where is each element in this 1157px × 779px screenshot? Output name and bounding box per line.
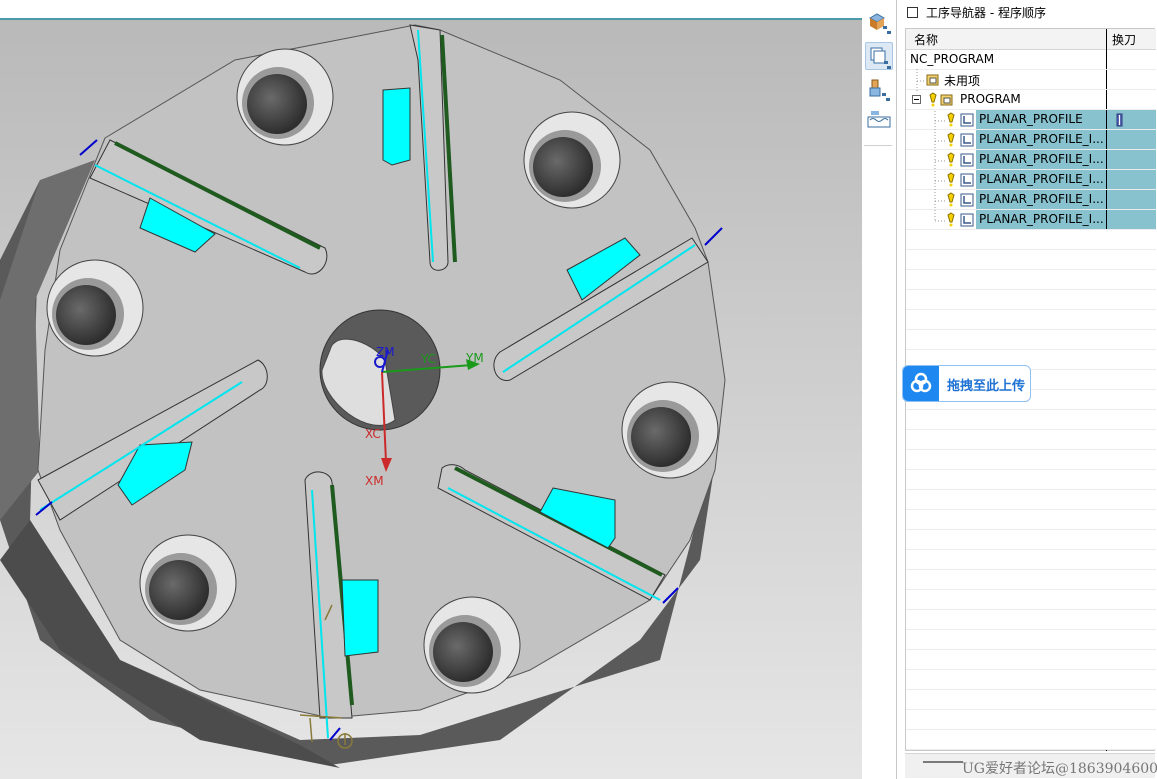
selection-highlight bbox=[1107, 210, 1156, 229]
axis-label-ym: YM bbox=[465, 351, 484, 365]
operation-navigator-icon bbox=[870, 47, 891, 69]
tree-label: PLANAR_PROFILE_I... bbox=[979, 212, 1104, 226]
tree-label: PLANAR_PROFILE_I... bbox=[979, 172, 1104, 186]
machining-feature-navigator-button[interactable] bbox=[865, 107, 893, 135]
navigator-pin-icon[interactable] bbox=[907, 7, 918, 18]
navigator-title: 工序导航器 - 程序顺序 bbox=[907, 4, 1046, 22]
upload-label: 拖拽至此上传 bbox=[947, 379, 1026, 394]
tree-label: PLANAR_PROFILE_I... bbox=[979, 132, 1104, 146]
selection-highlight bbox=[1107, 130, 1156, 149]
tree-connectors bbox=[916, 69, 946, 222]
tree-label: PLANAR_PROFILE_I... bbox=[979, 152, 1104, 166]
selection-highlight bbox=[1107, 190, 1156, 209]
upload-drop-button[interactable]: 拖拽至此上传 bbox=[902, 365, 1031, 402]
part-navigator-icon bbox=[868, 13, 891, 34]
graphics-viewport[interactable]: ZM YC YM XC XM bbox=[0, 0, 862, 779]
navigator-title-text: 工序导航器 - 程序顺序 bbox=[926, 6, 1046, 20]
scrollbar-thumb[interactable] bbox=[923, 761, 963, 763]
tool-change-icon bbox=[1116, 113, 1123, 127]
tree-label: PLANAR_PROFILE_I... bbox=[979, 192, 1104, 206]
watermark: UG爱好者论坛@18639046007 bbox=[962, 761, 1157, 777]
resource-bar bbox=[862, 0, 896, 779]
selection-highlight bbox=[1107, 170, 1156, 189]
part-model: ZM YC YM XC XM bbox=[0, 0, 862, 779]
feature-navigator-icon bbox=[867, 111, 891, 128]
operation-navigator-button[interactable] bbox=[865, 42, 893, 70]
machine-tool-navigator-button[interactable] bbox=[865, 77, 893, 105]
column-tool-change[interactable]: 换刀 bbox=[1112, 31, 1136, 48]
selection-highlight bbox=[1107, 150, 1156, 169]
axis-label-yc: YC bbox=[420, 352, 436, 366]
cloud-upload-icon bbox=[903, 366, 939, 401]
empty-rows bbox=[906, 230, 1156, 750]
axis-label-xc: XC bbox=[365, 427, 381, 441]
tree-label: PLANAR_PROFILE bbox=[979, 112, 1083, 126]
axis-label-zm: ZM bbox=[376, 345, 395, 359]
axis-label-xm: XM bbox=[365, 474, 384, 488]
part-navigator-button[interactable] bbox=[865, 10, 893, 38]
machine-tool-icon bbox=[869, 79, 890, 101]
